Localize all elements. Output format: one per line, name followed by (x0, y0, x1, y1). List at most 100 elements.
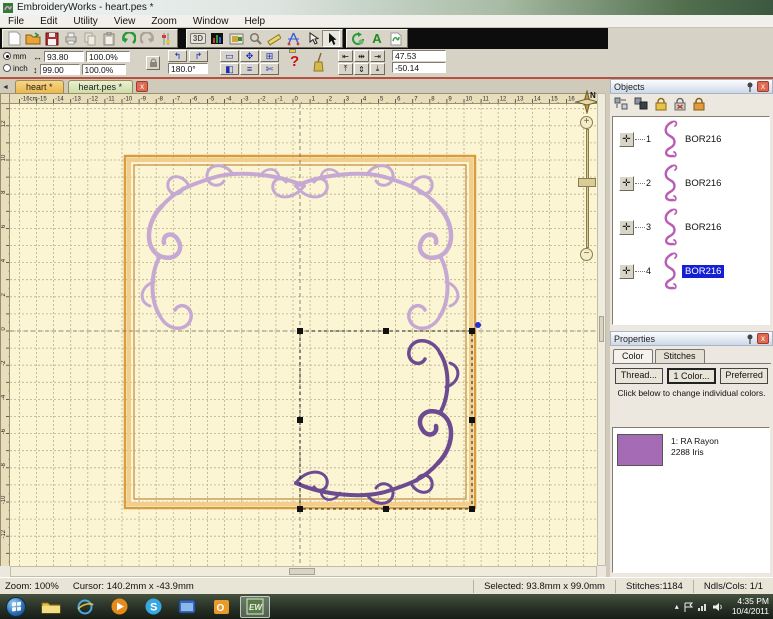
objects-close-button[interactable]: x (757, 81, 769, 92)
pos-y-input[interactable]: -50.14 (392, 62, 446, 73)
copy-button[interactable] (81, 30, 99, 47)
object-list-item[interactable]: ✛1BOR216 (613, 117, 769, 161)
unlock-icon[interactable] (673, 97, 687, 111)
object-list-item[interactable]: ✛3BOR216 (613, 205, 769, 249)
pin-icon[interactable] (746, 334, 754, 344)
lettering-button[interactable]: A (368, 30, 386, 47)
taskbar-windows-app-button[interactable] (172, 596, 202, 618)
move-handle-icon[interactable]: ✛ (619, 264, 634, 279)
tab-stitches[interactable]: Stitches (655, 349, 705, 363)
tab-close-button[interactable]: x (136, 81, 148, 92)
object-label[interactable]: BOR216 (682, 177, 724, 190)
taskbar-media-player-button[interactable] (104, 596, 134, 618)
flourish-bottom-right-selected[interactable] (296, 341, 458, 504)
stitch-lines-button[interactable]: ≡ (240, 63, 259, 75)
speaker-icon[interactable] (713, 602, 723, 612)
align-right-button[interactable]: ⇥ (370, 50, 385, 62)
menu-view[interactable]: View (106, 16, 144, 27)
monogram-button[interactable] (387, 30, 405, 47)
taskbar-skype-button[interactable]: S (138, 596, 168, 618)
select-tool-button[interactable] (322, 30, 340, 47)
taskbar-clock[interactable]: 4:35 PM 10/4/2011 (728, 597, 769, 617)
align-center-h-button[interactable]: ⇹ (354, 50, 369, 62)
zoom-handle[interactable] (578, 178, 596, 187)
flip-horizontal-button[interactable]: ▭ (220, 50, 239, 62)
align-bottom-button[interactable]: ⤓ (370, 63, 385, 75)
rotate-cw-button[interactable]: ↱ (189, 50, 208, 62)
aspect-lock-button[interactable] (146, 56, 160, 70)
action-center-flag-icon[interactable] (684, 602, 693, 612)
redo-button[interactable] (138, 30, 156, 47)
open-button[interactable] (24, 30, 42, 47)
selection-box[interactable] (297, 322, 481, 512)
flip-vertical-button[interactable]: ◧ (220, 63, 239, 75)
align-left-button[interactable]: ⇤ (338, 50, 353, 62)
design-canvas[interactable]: N + − (10, 104, 597, 566)
new-button[interactable] (5, 30, 23, 47)
thread-row[interactable]: 1: RA Rayon 2288 Iris (613, 428, 769, 472)
tab-scroll-left-button[interactable]: ◄ (0, 81, 11, 93)
menu-zoom[interactable]: Zoom (143, 16, 185, 27)
flourish-top-right[interactable] (296, 166, 458, 329)
menu-utility[interactable]: Utility (65, 16, 105, 27)
width-percent-input[interactable]: 100.0% (86, 51, 130, 62)
object-list-item[interactable]: ✛4BOR216 (613, 249, 769, 293)
rotation-handle[interactable] (475, 322, 481, 328)
menu-edit[interactable]: Edit (32, 16, 65, 27)
zoom-tool-button[interactable] (246, 30, 264, 47)
save-button[interactable] (43, 30, 61, 47)
stitch-chart-button[interactable] (208, 30, 226, 47)
hscroll-thumb[interactable] (289, 568, 315, 575)
refresh-stitches-button[interactable] (349, 30, 367, 47)
rotation-input[interactable]: 180.0° (168, 63, 208, 74)
object-label[interactable]: BOR216 (682, 133, 724, 146)
view-3d-button[interactable]: 3D (189, 30, 207, 47)
color-adjust-button[interactable] (157, 30, 175, 47)
undo-button[interactable] (119, 30, 137, 47)
zoom-in-button[interactable]: + (580, 116, 593, 129)
thread-button[interactable]: Thread... (615, 368, 663, 384)
clean-stitches-button[interactable] (312, 52, 326, 78)
one-color-button[interactable]: 1 Color... (667, 368, 717, 384)
group-objects-icon[interactable] (634, 97, 649, 111)
edit-node-tool-button[interactable] (303, 30, 321, 47)
trim-button[interactable]: ✄ (260, 63, 279, 75)
height-input[interactable]: 99.00 (40, 64, 80, 75)
canvas-drawing[interactable] (10, 104, 597, 566)
menu-file[interactable]: File (0, 16, 32, 27)
pin-icon[interactable] (746, 82, 754, 92)
lock-all-icon[interactable] (654, 97, 668, 111)
horizontal-scrollbar[interactable] (10, 566, 597, 577)
sequence-icon[interactable] (614, 97, 629, 111)
pos-x-input[interactable]: 47.53 (392, 50, 446, 61)
center-design-button[interactable]: ✥ (240, 50, 259, 62)
rotate-ccw-button[interactable]: ↰ (168, 50, 187, 62)
show-hidden-icons-button[interactable]: ▴ (675, 602, 679, 611)
network-icon[interactable] (698, 602, 708, 611)
align-center-v-button[interactable]: ⇕ (354, 63, 369, 75)
symmetry-tool-button[interactable] (284, 30, 302, 47)
object-list-item[interactable]: ✛2BOR216 (613, 161, 769, 205)
paste-button[interactable] (100, 30, 118, 47)
taskbar-explorer-button[interactable] (36, 596, 66, 618)
vertical-scrollbar[interactable] (597, 93, 606, 566)
object-label[interactable]: BOR216 (682, 221, 724, 234)
align-top-button[interactable]: ⤒ (338, 63, 353, 75)
move-handle-icon[interactable]: ✛ (619, 220, 634, 235)
move-handle-icon[interactable]: ✛ (619, 132, 634, 147)
menu-help[interactable]: Help (236, 16, 273, 27)
tab-heart[interactable]: heart * (15, 80, 64, 93)
design-browser-button[interactable] (227, 30, 245, 47)
measure-tool-button[interactable] (265, 30, 283, 47)
vscroll-thumb[interactable] (599, 316, 604, 342)
print-button[interactable] (62, 30, 80, 47)
object-label[interactable]: BOR216 (682, 265, 724, 278)
taskbar-embroideryworks-button[interactable]: EW (240, 596, 270, 618)
menu-window[interactable]: Window (185, 16, 237, 27)
start-button[interactable] (6, 597, 26, 617)
flourish-top-left[interactable] (142, 166, 304, 329)
preferred-button[interactable]: Preferred (720, 368, 768, 384)
taskbar-internet-explorer-button[interactable] (70, 596, 100, 618)
lock-others-icon[interactable] (692, 97, 706, 111)
zoom-track[interactable] (586, 129, 589, 248)
